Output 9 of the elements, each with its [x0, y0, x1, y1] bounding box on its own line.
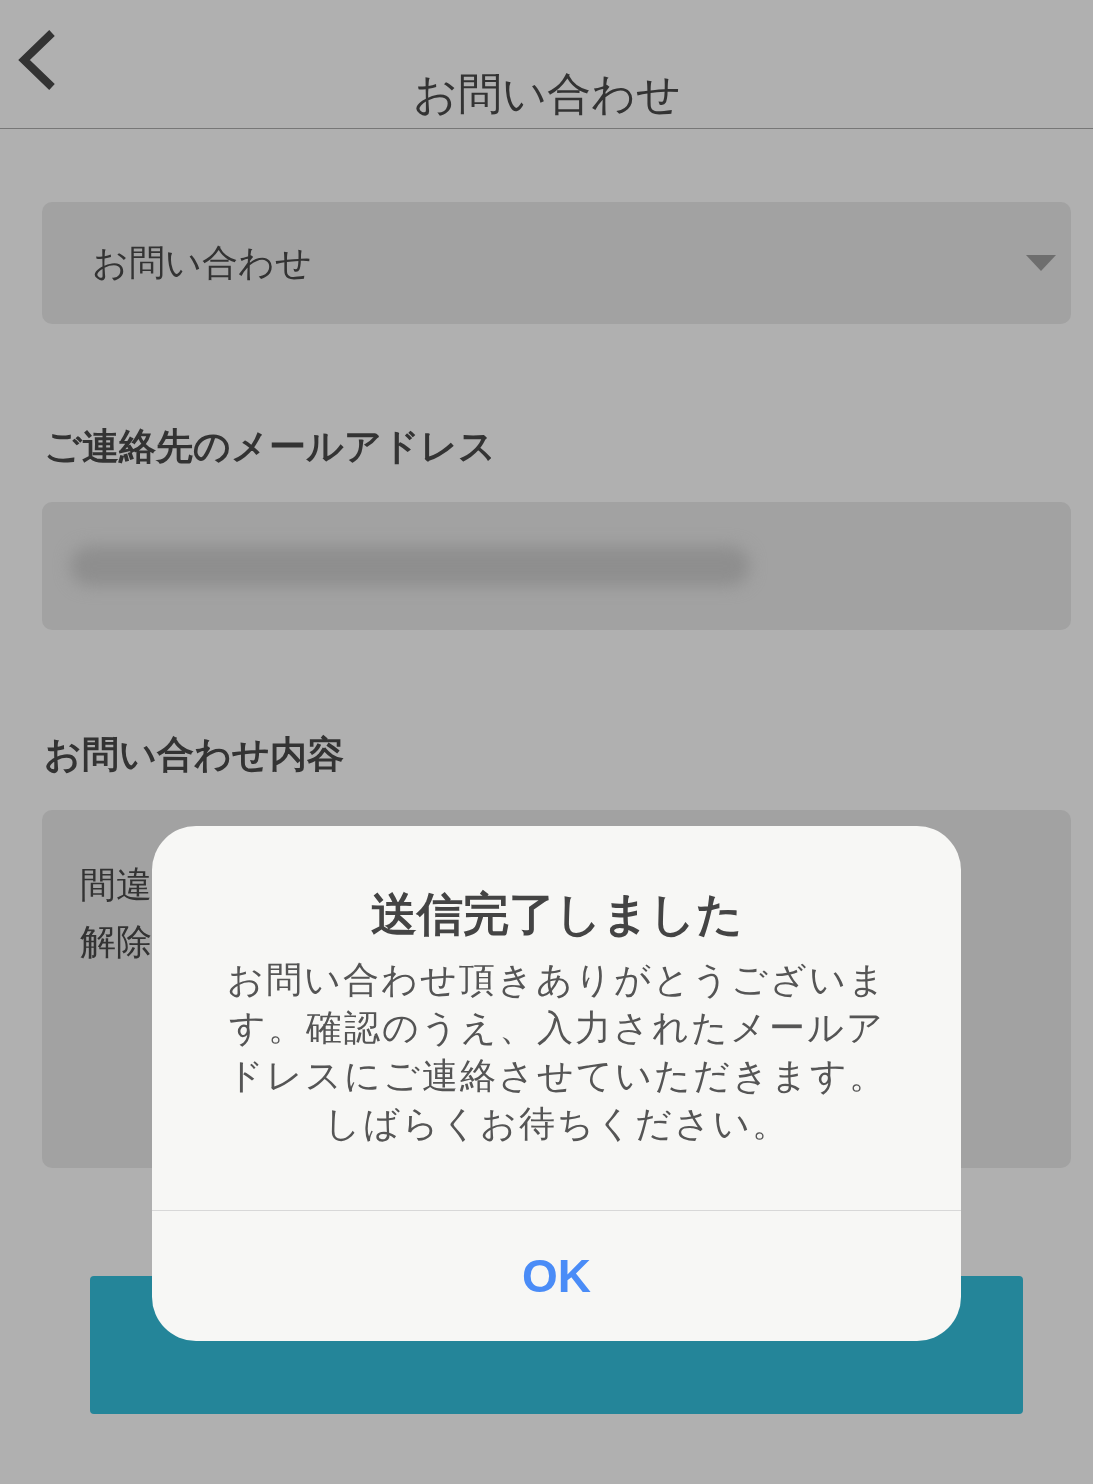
email-field[interactable]: [42, 502, 1071, 630]
page-title: お問い合わせ: [412, 67, 681, 121]
dropdown-caret-icon: [1026, 255, 1056, 271]
dialog-message: お問い合わせ頂きありがとうございます。確認のうえ、入力されたメールアドレスにご連絡させていただきます。しばらくお待ちください。: [225, 958, 888, 1146]
category-dropdown[interactable]: お問い合わせ: [42, 202, 1071, 324]
ok-button[interactable]: OK: [152, 1210, 961, 1341]
field-label: お問い合わせ内容: [43, 732, 345, 778]
dialog-title: 送信完了しました: [370, 886, 743, 943]
field-label: ご連絡先のメールアドレス: [43, 424, 497, 470]
